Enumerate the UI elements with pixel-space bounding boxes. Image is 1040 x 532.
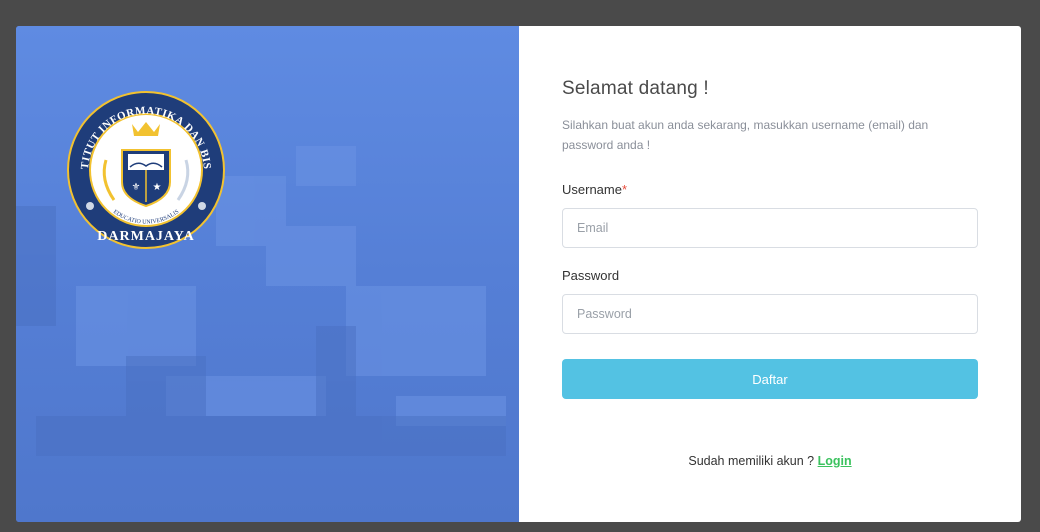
svg-text:★: ★ [153,182,162,193]
login-prompt: Sudah memiliki akun ? Login [519,454,1021,468]
have-account-text: Sudah memiliki akun ? [688,454,815,468]
register-form-panel: Selamat datang ! Silahkan buat akun anda… [519,26,1021,522]
username-label-text: Username [562,182,622,197]
page-subtitle: Silahkan buat akun anda sekarang, masukk… [562,118,929,152]
campus-photo-panel: INSTITUT INFORMATIKA DAN BISNIS ⚜ ★ EDUC… [16,26,519,522]
globe-icon [86,202,94,210]
email-input[interactable] [562,208,978,248]
register-button[interactable]: Daftar [562,359,978,399]
password-label: Password [562,268,620,283]
required-mark: * [621,182,628,197]
darmajaya-logo: INSTITUT INFORMATIKA DAN BISNIS ⚜ ★ EDUC… [66,90,225,249]
password-input[interactable] [562,294,978,334]
register-card: INSTITUT INFORMATIKA DAN BISNIS ⚜ ★ EDUC… [16,26,1021,522]
page-title: Selamat datang ! [562,78,709,99]
login-link[interactable]: Login [818,454,852,468]
globe-icon [198,202,206,210]
svg-text:⚜: ⚜ [132,182,141,193]
username-label: Username* [562,182,627,197]
logo-name: DARMAJAYA [97,229,194,244]
